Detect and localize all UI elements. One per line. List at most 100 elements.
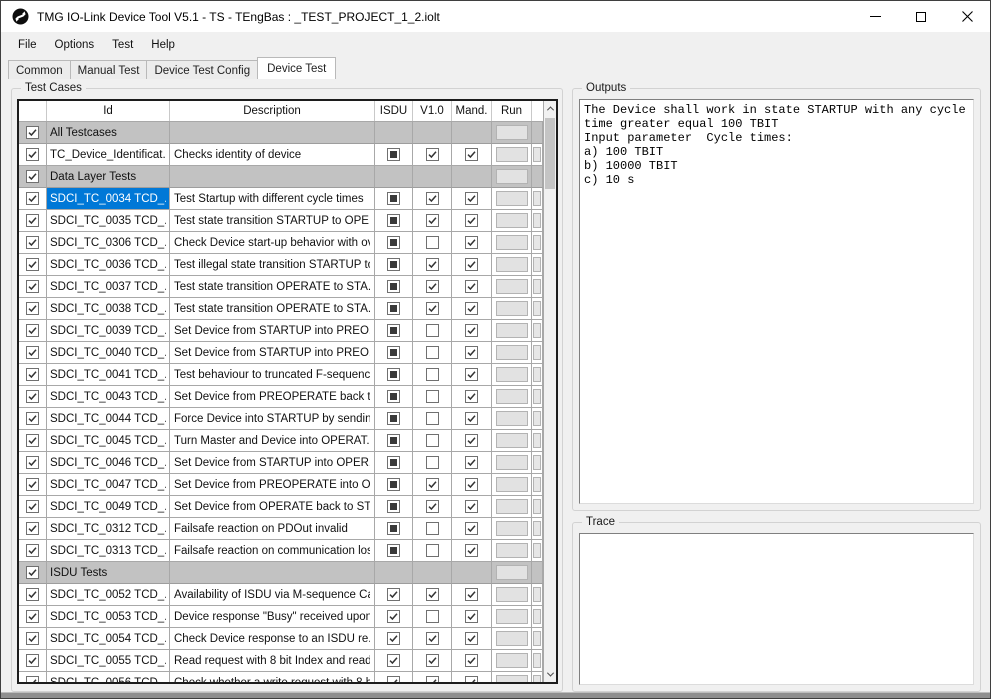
table-row[interactable]: SDCI_TC_0313 TCD_... Failsafe reaction o… [19,540,543,562]
table-row[interactable]: SDCI_TC_0055 TCD_... Read request with 8… [19,650,543,672]
table-row[interactable]: SDCI_TC_0039 TCD_... Set Device from STA… [19,320,543,342]
row-select-checkbox[interactable] [26,324,39,337]
run-button[interactable] [496,653,528,668]
table-row[interactable]: SDCI_TC_0044 TCD_... Force Device into S… [19,408,543,430]
run-button[interactable] [496,477,528,492]
run-button[interactable] [496,191,528,206]
row-select-checkbox[interactable] [26,500,39,513]
run-button[interactable] [496,301,528,316]
run-button[interactable] [496,609,528,624]
menu-test[interactable]: Test [103,35,142,55]
menu-help[interactable]: Help [142,35,184,55]
table-scrollbar[interactable] [543,101,556,682]
run-button[interactable] [496,213,528,228]
run-button[interactable] [496,125,528,140]
table-row[interactable]: ISDU Tests [19,562,543,584]
table-row[interactable]: SDCI_TC_0038 TCD_... Test state transiti… [19,298,543,320]
table-row[interactable]: SDCI_TC_0034 TCD_... Test Startup with d… [19,188,543,210]
menu-file[interactable]: File [9,35,46,55]
tab-common[interactable]: Common [8,60,71,79]
table-row[interactable]: SDCI_TC_0040 TCD_... Set Device from STA… [19,342,543,364]
table-row[interactable]: SDCI_TC_0312 TCD_... Failsafe reaction o… [19,518,543,540]
menu-options[interactable]: Options [46,35,104,55]
table-row[interactable]: SDCI_TC_0045 TCD_... Turn Master and Dev… [19,430,543,452]
row-select-checkbox[interactable] [26,676,39,682]
run-button[interactable] [496,565,528,580]
table-row[interactable]: SDCI_TC_0037 TCD_... Test state transiti… [19,276,543,298]
row-select-checkbox[interactable] [26,610,39,623]
table-row[interactable]: SDCI_TC_0047 TCD_... Set Device from PRE… [19,474,543,496]
header-isdu[interactable]: ISDU [375,101,413,121]
table-row[interactable]: All Testcases [19,122,543,144]
table-row[interactable]: SDCI_TC_0035 TCD_... Test state transiti… [19,210,543,232]
row-select-checkbox[interactable] [26,302,39,315]
table-row[interactable]: SDCI_TC_0052 TCD_... Availability of ISD… [19,584,543,606]
table-row[interactable]: SDCI_TC_0053 TCD_... Device response "Bu… [19,606,543,628]
table-row[interactable]: SDCI_TC_0056 TCD_... Check whether a wri… [19,672,543,682]
header-run[interactable]: Run [492,101,532,121]
run-button[interactable] [496,323,528,338]
row-select-checkbox[interactable] [26,236,39,249]
run-button[interactable] [496,587,528,602]
row-select-checkbox[interactable] [26,456,39,469]
tab-device-test-config[interactable]: Device Test Config [146,60,258,79]
window-resize-edge[interactable] [1,692,990,698]
table-row[interactable]: TC_Device_Identificat... Checks identity… [19,144,543,166]
run-button[interactable] [496,675,528,682]
run-button[interactable] [496,389,528,404]
row-select-checkbox[interactable] [26,148,39,161]
row-select-checkbox[interactable] [26,170,39,183]
row-select-checkbox[interactable] [26,632,39,645]
row-select-checkbox[interactable] [26,214,39,227]
table-row[interactable]: Data Layer Tests [19,166,543,188]
header-id[interactable]: Id [47,101,170,121]
row-select-checkbox[interactable] [26,522,39,535]
tab-device-test[interactable]: Device Test [257,57,336,79]
table-row[interactable]: SDCI_TC_0049 TCD_... Set Device from OPE… [19,496,543,518]
run-button[interactable] [496,169,528,184]
header-description[interactable]: Description [170,101,375,121]
table-row[interactable]: SDCI_TC_0306 TCD_... Check Device start-… [19,232,543,254]
run-button[interactable] [496,279,528,294]
trace-text[interactable] [579,533,974,685]
table-row[interactable]: SDCI_TC_0043 TCD_... Set Device from PRE… [19,386,543,408]
row-select-checkbox[interactable] [26,258,39,271]
maximize-button[interactable] [898,1,944,32]
scroll-up-button[interactable] [544,101,556,116]
run-button[interactable] [496,455,528,470]
run-button[interactable] [496,433,528,448]
row-select-checkbox[interactable] [26,544,39,557]
outputs-text[interactable]: The Device shall work in state STARTUP w… [579,99,974,504]
run-button[interactable] [496,631,528,646]
row-select-checkbox[interactable] [26,280,39,293]
table-row[interactable]: SDCI_TC_0041 TCD_... Test behaviour to t… [19,364,543,386]
row-select-checkbox[interactable] [26,126,39,139]
run-button[interactable] [496,367,528,382]
table-row[interactable]: SDCI_TC_0036 TCD_... Test illegal state … [19,254,543,276]
scroll-down-button[interactable] [544,667,556,682]
row-select-checkbox[interactable] [26,346,39,359]
scrollbar-thumb[interactable] [545,118,555,189]
row-select-checkbox[interactable] [26,412,39,425]
tab-manual-test[interactable]: Manual Test [70,60,148,79]
row-select-checkbox[interactable] [26,654,39,667]
run-button[interactable] [496,345,528,360]
run-button[interactable] [496,147,528,162]
header-v10[interactable]: V1.0 [413,101,452,121]
run-button[interactable] [496,235,528,250]
run-button[interactable] [496,543,528,558]
close-button[interactable] [944,1,990,32]
table-row[interactable]: SDCI_TC_0054 TCD_... Check Device respon… [19,628,543,650]
row-select-checkbox[interactable] [26,390,39,403]
table-row[interactable]: SDCI_TC_0046 TCD_... Set Device from STA… [19,452,543,474]
minimize-button[interactable] [852,1,898,32]
run-button[interactable] [496,257,528,272]
row-select-checkbox[interactable] [26,368,39,381]
run-button[interactable] [496,411,528,426]
row-select-checkbox[interactable] [26,478,39,491]
row-select-checkbox[interactable] [26,566,39,579]
row-select-checkbox[interactable] [26,434,39,447]
run-button[interactable] [496,521,528,536]
header-mand[interactable]: Mand. [452,101,492,121]
row-select-checkbox[interactable] [26,588,39,601]
